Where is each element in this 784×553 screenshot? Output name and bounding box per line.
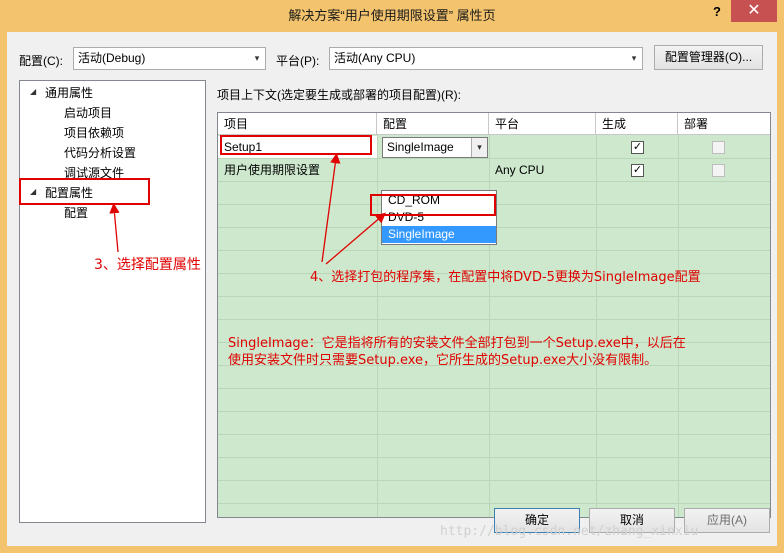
annotation-step4: 4、选择打包的程序集，在配置中将DVD-5更换为SingleImage配置 [310,270,701,285]
watermark-text: http://blog.csdn.net/zhang_xinxiu [440,524,699,539]
arrow-step4-project [321,152,341,263]
arrow-step3 [109,202,120,253]
arrow-step4-config [325,212,386,265]
annotation-note-line2: 使用安装文件时只需要Setup.exe，它所生成的Setup.exe大小没有限制… [228,353,658,368]
annotation-step3: 3、选择配置属性 [94,257,201,273]
